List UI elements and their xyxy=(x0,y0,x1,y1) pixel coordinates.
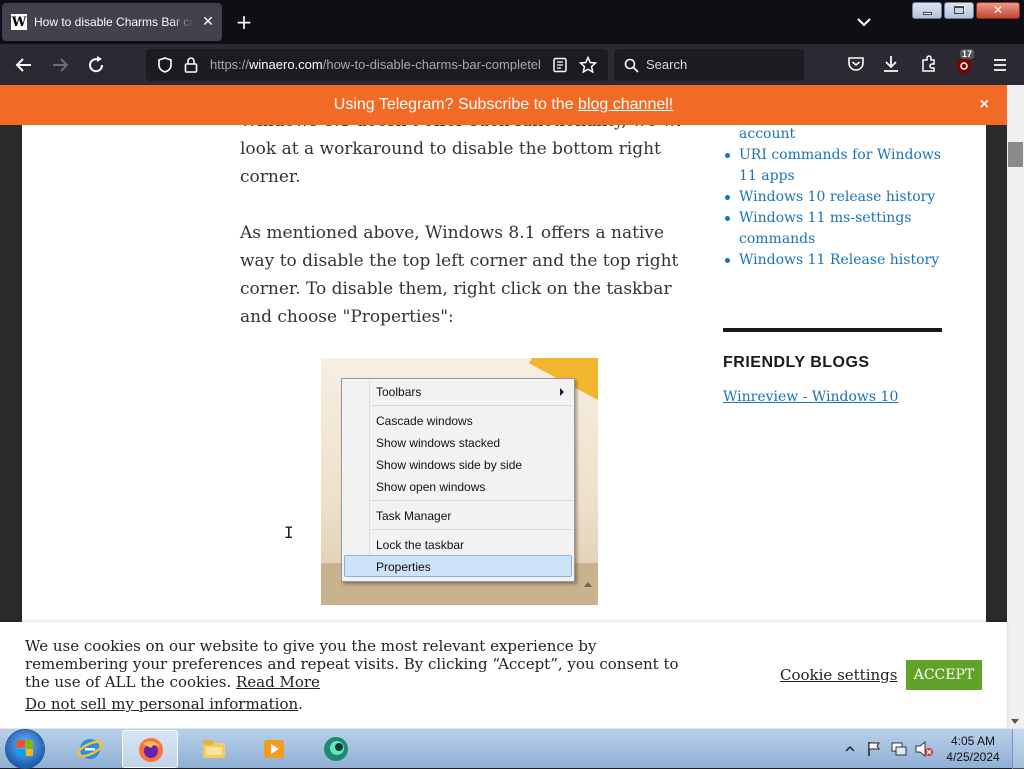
network-icon[interactable] xyxy=(890,740,908,758)
minimize-button[interactable] xyxy=(912,2,942,19)
blog-channel-link[interactable]: blog channel! xyxy=(578,96,673,113)
hamburger-menu-icon[interactable] xyxy=(991,56,1009,74)
media-player-icon xyxy=(264,740,284,758)
internet-explorer-taskbar-button[interactable] xyxy=(62,730,118,768)
address-bar[interactable]: https://winaero.com/how-to-disable-charm… xyxy=(146,49,608,81)
article-partial-line: Windows 8.1 doesn't offer such functiona… xyxy=(240,125,680,135)
firefox-icon xyxy=(139,738,163,762)
scrollbar-thumb[interactable] xyxy=(1008,142,1023,167)
cookie-consent-bar: We use cookies on our website to give yo… xyxy=(0,622,1007,728)
chat-app-icon xyxy=(324,737,348,761)
sidebar-link[interactable]: account xyxy=(723,125,963,145)
article-body: look at a workaround to disable the bott… xyxy=(240,135,680,359)
read-more-link[interactable]: Read More xyxy=(236,673,320,691)
do-not-sell-line: Do not sell my personal information. xyxy=(25,695,303,713)
menu-item-stacked: Show windows stacked xyxy=(376,436,501,450)
forward-button[interactable] xyxy=(47,52,73,78)
cookie-settings-link[interactable]: Cookie settings xyxy=(780,666,897,684)
sidebar-link[interactable]: Windows 11 Release history xyxy=(723,250,963,271)
context-menu: Toolbars Cascade windows Show windows st… xyxy=(341,378,575,582)
tray-up-arrow-icon xyxy=(584,582,592,587)
menu-item-task-manager: Task Manager xyxy=(376,509,452,523)
menu-item-properties: Properties xyxy=(376,560,431,574)
navigation-toolbar: https://winaero.com/how-to-disable-charm… xyxy=(0,44,1024,85)
search-bar[interactable]: Search xyxy=(614,49,804,81)
page-scrollbar[interactable] xyxy=(1007,85,1024,728)
tracking-protection-shield-icon[interactable] xyxy=(156,56,174,74)
windows-logo-icon xyxy=(17,740,33,756)
media-player-taskbar-button[interactable] xyxy=(246,730,302,768)
menu-separator xyxy=(372,500,572,501)
menu-item-show-open: Show open windows xyxy=(376,480,486,494)
clock-date: 4/25/2024 xyxy=(946,750,1000,764)
reader-view-icon[interactable] xyxy=(552,57,568,73)
app-taskbar-button[interactable] xyxy=(308,730,364,768)
restore-button[interactable] xyxy=(944,2,974,19)
list-all-tabs-icon[interactable] xyxy=(853,12,875,32)
url-text[interactable]: https://winaero.com/how-to-disable-charm… xyxy=(210,57,540,72)
menu-item-cascade: Cascade windows xyxy=(376,414,473,428)
submenu-arrow-icon xyxy=(560,388,564,396)
extensions-puzzle-icon[interactable] xyxy=(919,54,939,74)
lock-icon[interactable] xyxy=(183,56,199,74)
notice-close-icon[interactable]: × xyxy=(980,85,989,125)
friendly-blogs-heading: FRIENDLY BLOGS xyxy=(723,354,870,371)
new-tab-button[interactable]: + xyxy=(233,11,255,33)
downloads-icon[interactable] xyxy=(882,54,900,74)
close-window-button[interactable]: ✕ xyxy=(976,2,1020,19)
menu-separator xyxy=(372,405,572,406)
sidebar-link[interactable]: URI commands for Windows 11 apps xyxy=(723,145,963,187)
notice-text: Using Telegram? Subscribe to the xyxy=(333,96,579,113)
show-desktop-button[interactable] xyxy=(1012,729,1024,769)
winreview-link[interactable]: Winreview - Windows 10 xyxy=(723,389,963,405)
system-clock[interactable]: 4:05 AM 4/25/2024 xyxy=(945,733,1001,765)
internet-explorer-icon xyxy=(76,739,104,759)
article-paragraph: look at a workaround to disable the bott… xyxy=(240,139,661,187)
reload-button[interactable] xyxy=(83,52,109,78)
back-button[interactable] xyxy=(11,52,37,78)
telegram-notice-bar: Using Telegram? Subscribe to the blog ch… xyxy=(0,85,1007,125)
tab-strip: W How to disable Charms Bar completely i… xyxy=(0,0,1024,44)
winaero-favicon-icon: W xyxy=(11,14,27,30)
tab-close-icon[interactable]: ✕ xyxy=(200,14,216,30)
menu-item-side-by-side: Show windows side by side xyxy=(376,458,523,472)
action-center-flag-icon[interactable] xyxy=(866,740,882,758)
menu-separator xyxy=(372,529,572,530)
menu-item-lock-taskbar: Lock the taskbar xyxy=(376,538,465,552)
sidebar-link[interactable]: Windows 10 release history xyxy=(723,187,963,208)
cookie-message: We use cookies on our website to give yo… xyxy=(25,637,679,691)
sidebar-divider xyxy=(723,328,942,332)
clock-time: 4:05 AM xyxy=(950,734,996,748)
menu-gutter xyxy=(369,381,370,579)
show-hidden-icons-icon[interactable] xyxy=(845,744,855,754)
search-icon xyxy=(624,58,639,73)
sidebar: account URI commands for Windows 11 apps… xyxy=(723,125,963,405)
folder-icon xyxy=(203,740,225,758)
sidebar-link[interactable]: Windows 11 ms-settings commands xyxy=(723,208,963,250)
menu-item-toolbars: Toolbars xyxy=(376,385,422,399)
pocket-icon[interactable] xyxy=(847,55,865,73)
taskbar-context-menu-screenshot: Toolbars Cascade windows Show windows st… xyxy=(321,358,598,605)
firefox-taskbar-button[interactable] xyxy=(122,730,178,768)
text-cursor-icon: I xyxy=(284,523,294,542)
do-not-sell-link[interactable]: Do not sell my personal information xyxy=(25,695,298,713)
sidebar-link-list: account URI commands for Windows 11 apps… xyxy=(723,125,963,271)
search-placeholder: Search xyxy=(646,57,688,72)
start-button[interactable] xyxy=(6,730,44,768)
extension-badge-count: 17 xyxy=(960,49,975,59)
file-explorer-taskbar-button[interactable] xyxy=(186,730,242,768)
ublock-origin-icon[interactable] xyxy=(955,56,973,76)
accept-cookies-button[interactable]: ACCEPT xyxy=(906,660,982,690)
forward-arrow-icon xyxy=(53,58,69,72)
browser-tab[interactable]: W How to disable Charms Bar completely i… xyxy=(2,3,222,41)
windows-taskbar: 4:05 AM 4/25/2024 xyxy=(0,728,1024,769)
scroll-down-arrow-icon[interactable] xyxy=(1011,719,1019,724)
volume-muted-icon[interactable] xyxy=(914,740,934,758)
bookmark-star-icon[interactable] xyxy=(579,56,597,74)
back-arrow-icon xyxy=(15,58,31,72)
article-paragraph: As mentioned above, Windows 8.1 offers a… xyxy=(240,223,679,327)
reload-icon xyxy=(89,56,104,73)
tab-title: How to disable Charms Bar completely in … xyxy=(34,15,194,29)
